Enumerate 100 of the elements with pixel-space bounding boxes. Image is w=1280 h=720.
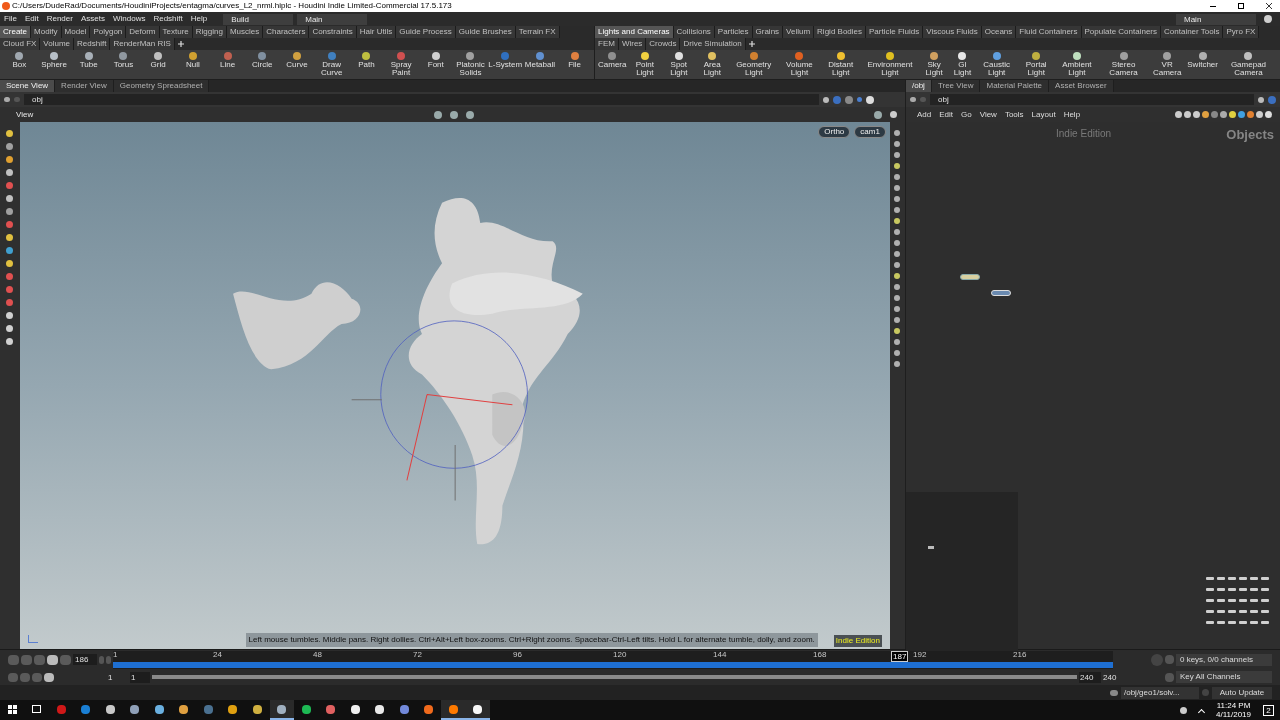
- pane-tab[interactable]: Geometry Spreadsheet: [113, 80, 210, 92]
- shelf-tool[interactable]: Caustic Light: [975, 52, 1018, 77]
- key-mode-select[interactable]: Key All Channels: [1176, 671, 1272, 683]
- shelf-tab[interactable]: Grains: [752, 26, 784, 38]
- pane-tab[interactable]: Render View: [55, 80, 114, 92]
- shelf-tool[interactable]: Environment Light: [861, 52, 919, 77]
- shelf-tab[interactable]: Volume: [40, 38, 75, 50]
- shelf-tab[interactable]: Redshift: [74, 38, 111, 50]
- pane-tab[interactable]: Scene View: [0, 80, 56, 92]
- shelf-tab[interactable]: Pyro FX: [1223, 26, 1260, 38]
- menu-item[interactable]: Tools: [1001, 108, 1027, 121]
- desktop-select[interactable]: Main: [1176, 13, 1256, 25]
- shelf-tab[interactable]: Drive Simulation: [680, 38, 746, 50]
- menu-item[interactable]: Render: [42, 13, 77, 25]
- menu-item[interactable]: Windows: [108, 13, 150, 25]
- app-icon[interactable]: [252, 704, 262, 714]
- shelf-tool[interactable]: L-System: [487, 52, 523, 69]
- menu-item[interactable]: Assets: [76, 13, 109, 25]
- shelf-tab[interactable]: Particle Fluids: [866, 26, 924, 38]
- app-icon[interactable]: [375, 704, 385, 714]
- shelf-tab[interactable]: Cloud FX: [0, 38, 41, 50]
- shelf-tab[interactable]: Constraints: [309, 26, 357, 38]
- playhead[interactable]: 187: [891, 650, 909, 662]
- frame-field[interactable]: 186: [73, 654, 97, 665]
- shelf-tab[interactable]: Polygon: [90, 26, 127, 38]
- app-icon[interactable]: [154, 704, 164, 714]
- menu-item[interactable]: Help: [1060, 108, 1084, 121]
- range-start-field[interactable]: 1: [130, 671, 150, 683]
- node-path-select[interactable]: /obj/geo1/solv...: [1121, 686, 1199, 699]
- shelf-tab[interactable]: Modify: [31, 26, 62, 38]
- menu-item[interactable]: Edit: [936, 108, 957, 121]
- shelf-tool[interactable]: File: [557, 52, 592, 69]
- shelf-tab[interactable]: Rigging: [192, 26, 227, 38]
- app-icon[interactable]: [179, 704, 189, 714]
- timeline-bar[interactable]: 1 24 48 72 96 120 144 168 187 192 216: [113, 650, 1113, 669]
- shelf-tab[interactable]: Populate Containers: [1081, 26, 1162, 38]
- shelf-tool[interactable]: Grid: [140, 52, 176, 69]
- app-icon[interactable]: [473, 704, 483, 714]
- shelf-tab[interactable]: RenderMan RIS: [110, 38, 175, 50]
- shelf-tab[interactable]: Terrain FX: [515, 26, 560, 38]
- minimize-icon[interactable]: [1210, 5, 1216, 7]
- taskbar-slot[interactable]: [441, 700, 466, 720]
- end-frame-field[interactable]: 240: [1103, 671, 1125, 683]
- shelf-tool[interactable]: Curve: [279, 52, 315, 69]
- shelf-tab[interactable]: Particles: [714, 26, 753, 38]
- shelf-tool[interactable]: Portal Light: [1017, 52, 1055, 77]
- app-icon[interactable]: [277, 704, 287, 714]
- shelf-tab[interactable]: Container Tools: [1161, 26, 1224, 38]
- add-tab-icon[interactable]: [748, 41, 755, 47]
- menu-item[interactable]: File: [0, 13, 21, 25]
- keys-select[interactable]: 0 keys, 0/0 channels: [1176, 653, 1272, 666]
- shelf-tool[interactable]: VR Camera: [1148, 52, 1187, 77]
- task-view-icon[interactable]: [32, 705, 42, 713]
- menu-item[interactable]: Layout: [1028, 108, 1059, 121]
- close-icon[interactable]: [1266, 3, 1272, 9]
- shelf-tab[interactable]: Create: [0, 26, 31, 38]
- shelf-tab[interactable]: Oceans: [981, 26, 1017, 38]
- shelf-tool[interactable]: Draw Curve: [314, 52, 350, 77]
- shelf-tool[interactable]: Switcher: [1186, 52, 1219, 69]
- app-icon[interactable]: [130, 704, 140, 714]
- app-icon[interactable]: [228, 704, 238, 714]
- path-field[interactable]: obj: [24, 94, 819, 105]
- shelf-tool[interactable]: Ambient Light: [1054, 52, 1100, 77]
- node-icon[interactable]: [960, 274, 980, 280]
- shelf-tool[interactable]: Metaball: [522, 52, 558, 69]
- camera-menu-button[interactable]: Ortho: [818, 126, 851, 138]
- shelf-tool[interactable]: Spot Light: [662, 52, 696, 77]
- pane-tab[interactable]: Material Palette: [980, 80, 1050, 92]
- menu-item[interactable]: Help: [186, 13, 212, 25]
- shelf-tab[interactable]: Rigid Bodies: [814, 26, 866, 38]
- update-mode-select[interactable]: Auto Update: [1212, 686, 1272, 699]
- menu-item[interactable]: Add: [914, 108, 935, 121]
- shelf-tab[interactable]: Hair Utils: [356, 26, 397, 38]
- range-slider[interactable]: [152, 675, 1077, 679]
- range-end-field[interactable]: 240: [1079, 671, 1101, 683]
- shelf-tool[interactable]: Circle: [244, 52, 280, 69]
- app-icon[interactable]: [350, 704, 360, 714]
- shelf-tab[interactable]: Guide Brushes: [455, 26, 516, 38]
- shelf-tab[interactable]: Model: [61, 26, 91, 38]
- shelf-tab[interactable]: Fluid Containers: [1016, 26, 1082, 38]
- shelf-tool[interactable]: Platonic Solids: [453, 52, 488, 77]
- shelf-tool[interactable]: Geometry Light: [729, 52, 779, 77]
- taskbar-slot[interactable]: [269, 700, 294, 720]
- app-icon[interactable]: [424, 704, 434, 714]
- shelf-tool[interactable]: Box: [2, 52, 37, 69]
- add-tab-icon[interactable]: [177, 41, 184, 47]
- shelf-tab[interactable]: Lights and Cameras: [595, 26, 674, 38]
- shelf-tab[interactable]: Muscles: [226, 26, 264, 38]
- shelf-tool[interactable]: Tube: [71, 52, 107, 69]
- path-field[interactable]: obj: [930, 94, 1254, 105]
- shelf-tool[interactable]: Line: [210, 52, 245, 69]
- shelf-tool[interactable]: Null: [175, 52, 211, 69]
- shelf-tool[interactable]: Distant Light: [820, 52, 861, 77]
- app-icon[interactable]: [399, 704, 409, 714]
- shelf-tool[interactable]: Point Light: [627, 52, 663, 77]
- shelf-tool[interactable]: Volume Light: [778, 52, 821, 77]
- shelf-tool[interactable]: Font: [418, 52, 454, 69]
- viewer-select[interactable]: Main: [297, 13, 368, 25]
- shelf-tab[interactable]: Deform: [126, 26, 160, 38]
- pane-tab[interactable]: /obj: [906, 80, 932, 92]
